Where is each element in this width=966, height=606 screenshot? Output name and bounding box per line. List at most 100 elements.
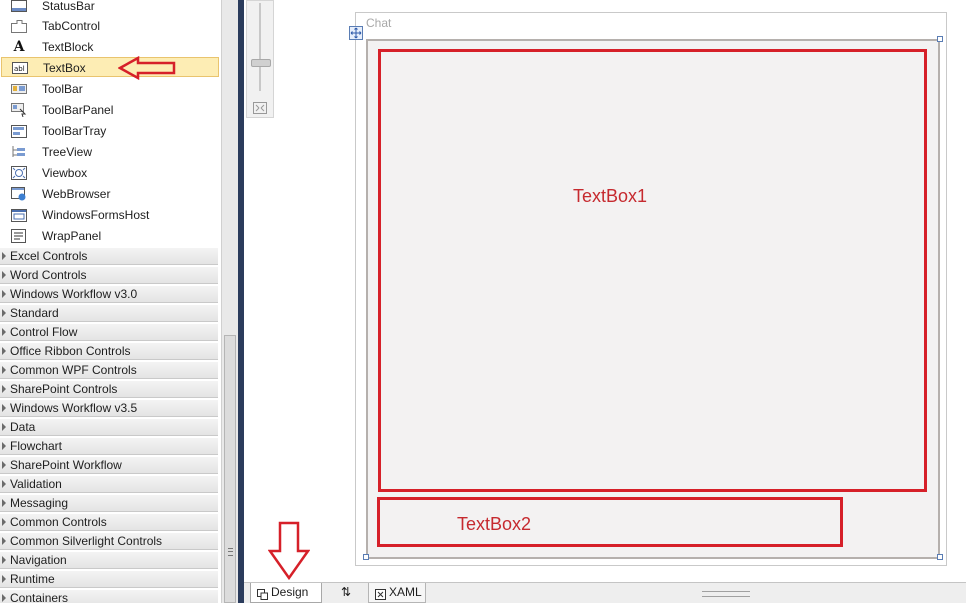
svg-text:abl: abl [14,65,25,73]
toolbox-item-textbox[interactable]: abl TextBox [1,57,219,77]
toolbox-item-toolbar[interactable]: ToolBar [1,79,219,99]
category-runtime[interactable]: Runtime [0,570,218,588]
category-containers[interactable]: Containers [0,589,218,603]
tabcontrol-icon [11,19,27,33]
expand-arrow-icon [2,461,6,469]
toolbox-scrollbar[interactable] [221,0,238,603]
statusbar-icon [11,0,27,13]
annotation-arrow-left-icon [118,56,176,80]
toolbox-item-windowsformshost[interactable]: WindowsFormsHost [1,205,219,225]
toolbox-item-label: TreeView [42,145,93,159]
category-label: Excel Controls [10,249,88,263]
textbox2[interactable] [377,497,843,547]
toolbox-item-toolbarpanel[interactable]: ToolBarPanel [1,100,219,120]
category-common-controls[interactable]: Common Controls [0,513,218,531]
toolbox-item-statusbar[interactable]: StatusBar [1,0,219,16]
category-sharepoint-workflow[interactable]: SharePoint Workflow [0,456,218,474]
category-office-ribbon-controls[interactable]: Office Ribbon Controls [0,342,218,360]
category-validation[interactable]: Validation [0,475,218,493]
tab-design-label: Design [271,585,309,599]
design-view-icon [257,587,268,600]
category-label: Windows Workflow v3.0 [10,287,138,301]
toolbox-scrollbar-thumb[interactable] [224,335,236,603]
toolbox-panel: StatusBar TabControl A TextBlock abl Tex… [0,0,220,603]
toolbox-item-toolbartray[interactable]: ToolBarTray [1,121,219,141]
zoom-slider-track[interactable] [259,3,261,91]
layout-grid[interactable]: TextBox1 TextBox2 [366,39,940,559]
category-label: Office Ribbon Controls [10,344,131,358]
category-data[interactable]: Data [0,418,218,436]
toolbox-item-label: ToolBarTray [42,124,107,138]
category-excel-controls[interactable]: Excel Controls [0,247,218,265]
webbrowser-icon [11,187,27,201]
category-messaging[interactable]: Messaging [0,494,218,512]
toolbox-item-label: WindowsFormsHost [42,208,150,222]
expand-arrow-icon [2,499,6,507]
resize-handle-top-right[interactable] [937,36,943,42]
category-flowchart[interactable]: Flowchart [0,437,218,455]
horizontal-splitter-grip-icon[interactable] [702,591,750,597]
designed-window[interactable]: Chat TextBox1 TextBox2 [349,12,947,566]
swap-panes-button[interactable]: ⇅ [336,583,356,603]
expand-arrow-icon [2,556,6,564]
toolbox-item-textblock[interactable]: A TextBlock [1,37,219,57]
category-common-silverlight-controls[interactable]: Common Silverlight Controls [0,532,218,550]
tab-xaml-label: XAML [389,585,422,599]
textbox1[interactable] [378,49,927,492]
toolbox-item-label: TextBlock [42,40,94,54]
category-sharepoint-controls[interactable]: SharePoint Controls [0,380,218,398]
toolbox-item-tabcontrol[interactable]: TabControl [1,16,219,36]
category-label: Containers [10,591,69,603]
toolbox-item-label: TextBox [43,61,86,75]
view-tab-bar: Design ⇅ XAML [244,582,966,603]
toolbox-item-label: ToolBarPanel [42,103,114,117]
expand-arrow-icon [2,537,6,545]
scroll-grip-icon [228,548,233,556]
tab-xaml[interactable]: XAML [368,583,426,603]
expand-arrow-icon [2,575,6,583]
category-common-wpf-controls[interactable]: Common WPF Controls [0,361,218,379]
toolbox-item-wrappanel[interactable]: WrapPanel [1,226,219,246]
expand-arrow-icon [2,290,6,298]
toolbox-item-label: ToolBar [42,82,83,96]
toolbartray-icon [11,124,27,138]
category-navigation[interactable]: Navigation [0,551,218,569]
resize-handle-bottom-right[interactable] [937,554,943,560]
windowsformshost-icon [11,208,27,222]
expand-arrow-icon [2,423,6,431]
expand-arrow-icon [2,271,6,279]
category-label: Common Silverlight Controls [10,534,163,548]
category-windows-workflow-v35[interactable]: Windows Workflow v3.5 [0,399,218,417]
category-word-controls[interactable]: Word Controls [0,266,218,284]
category-label: Messaging [10,496,69,510]
expand-arrow-icon [2,385,6,393]
toolbox-item-webbrowser[interactable]: WebBrowser [1,184,219,204]
toolbox-item-viewbox[interactable]: Viewbox [1,163,219,183]
annotation-arrow-down-icon [268,521,310,581]
category-label: Word Controls [10,268,87,282]
toolbarpanel-icon [11,103,27,117]
expand-arrow-icon [2,404,6,412]
category-label: Common WPF Controls [10,363,137,377]
textblock-icon: A [13,39,25,55]
category-windows-workflow-v30[interactable]: Windows Workflow v3.0 [0,285,218,303]
category-label: Navigation [10,553,67,567]
wrappanel-icon [11,229,27,243]
designer-surface: Chat TextBox1 TextBox2 [244,0,966,582]
toolbar-icon [11,82,27,96]
expand-arrow-icon [2,518,6,526]
move-handle-icon[interactable] [349,26,363,40]
tab-design[interactable]: Design [250,583,322,603]
zoom-to-fit-icon[interactable] [253,102,267,114]
category-control-flow[interactable]: Control Flow [0,323,218,341]
expand-arrow-icon [2,594,6,602]
toolbox-item-label: Viewbox [42,166,88,180]
toolbox-item-label: TabControl [42,19,101,33]
expand-arrow-icon [2,366,6,374]
category-standard[interactable]: Standard [0,304,218,322]
toolbox-item-treeview[interactable]: TreeView [1,142,219,162]
zoom-slider-thumb[interactable] [251,59,271,67]
expand-arrow-icon [2,442,6,450]
resize-handle-bottom-left[interactable] [363,554,369,560]
category-label: Standard [10,306,59,320]
